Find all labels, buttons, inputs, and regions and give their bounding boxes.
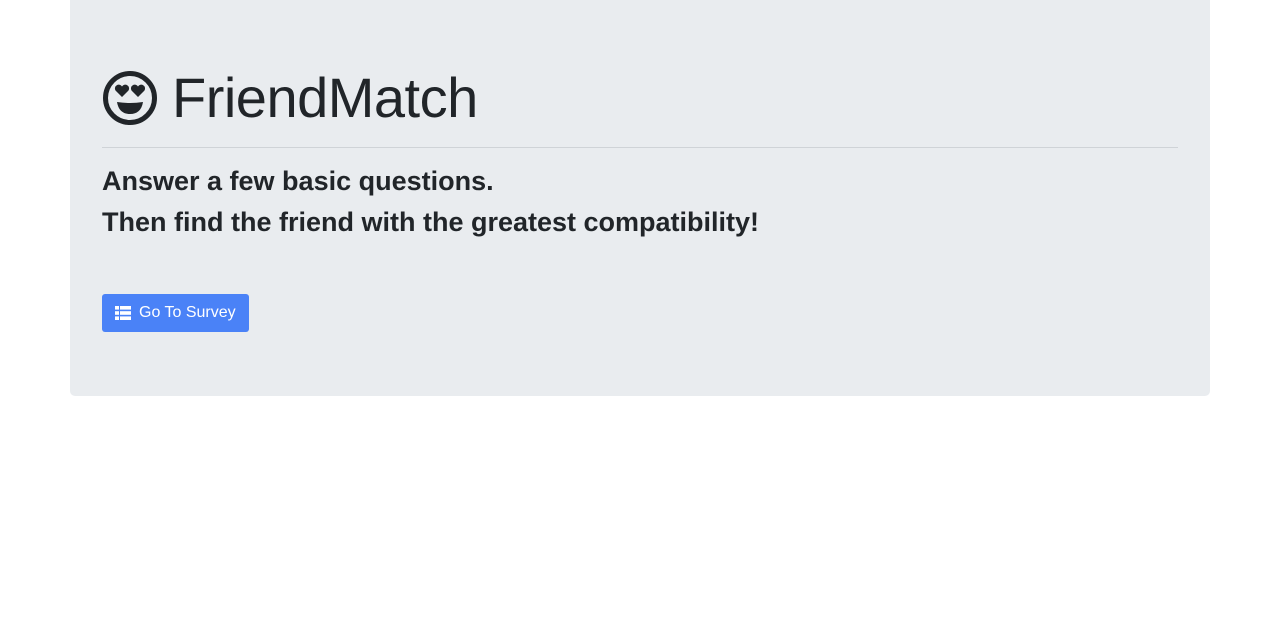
intro-line-1: Answer a few basic questions.	[102, 166, 494, 196]
grin-hearts-icon	[102, 70, 158, 126]
jumbotron-panel: FriendMatch Answer a few basic questions…	[70, 0, 1210, 396]
intro-line-2: Then find the friend with the greatest c…	[102, 207, 760, 237]
go-to-survey-label: Go To Survey	[139, 304, 236, 321]
table-list-icon	[115, 306, 131, 320]
go-to-survey-button[interactable]: Go To Survey	[102, 294, 249, 332]
page-title: FriendMatch	[172, 66, 478, 129]
divider	[102, 147, 1178, 148]
title-row: FriendMatch	[102, 68, 478, 128]
